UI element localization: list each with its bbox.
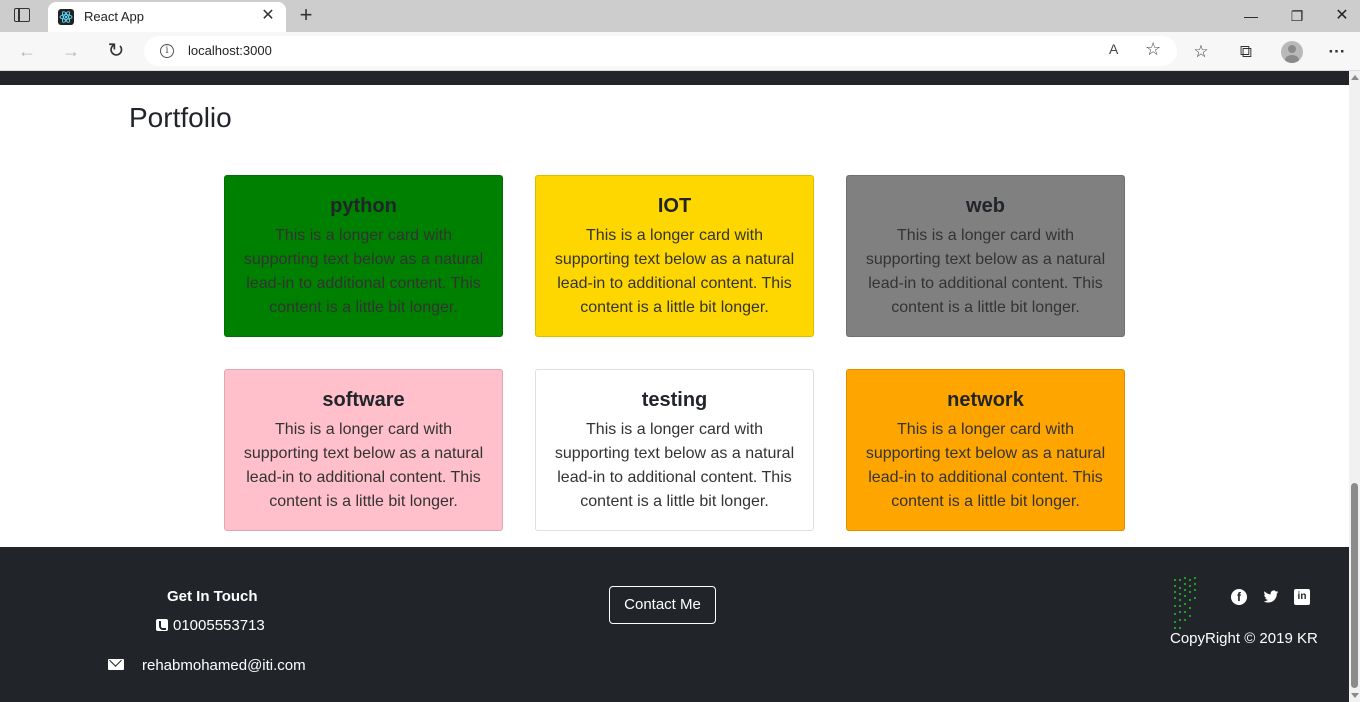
browser-tab[interactable]: React App ✕ — [48, 2, 286, 32]
contact-me-button[interactable]: Contact Me — [609, 586, 716, 624]
card-text: This is a longer card with supporting te… — [865, 227, 1106, 316]
card-text: This is a longer card with supporting te… — [243, 421, 484, 510]
portfolio-card: software This is a longer card with supp… — [224, 369, 503, 531]
facebook-icon[interactable]: f — [1231, 589, 1247, 605]
tab-title: React App — [84, 9, 144, 24]
tab-actions-icon[interactable] — [14, 8, 30, 22]
envelope-icon — [108, 659, 124, 670]
url-text[interactable]: localhost:3000 — [188, 43, 272, 58]
phone-icon — [156, 619, 168, 631]
read-aloud-icon[interactable]: A — [1109, 41, 1118, 57]
card-title: software — [322, 389, 405, 411]
forward-arrow-icon[interactable]: → — [59, 40, 83, 64]
card-title: network — [947, 389, 1024, 411]
site-info-icon[interactable]: i — [160, 44, 174, 58]
copyright-text: CopyRight © 2019 KR — [1170, 630, 1318, 647]
email-address[interactable]: rehabmohamed@iti.com — [142, 657, 306, 674]
add-favorite-icon[interactable]: ☆ — [1145, 39, 1161, 60]
portfolio-card: testing This is a longer card with suppo… — [535, 369, 814, 531]
collections-icon[interactable]: ⧉ — [1235, 41, 1257, 63]
phone-number: 01005553713 — [173, 617, 265, 634]
matrix-logo-icon — [1174, 577, 1196, 629]
portfolio-card: IOT This is a longer card with supportin… — [535, 175, 814, 337]
card-title: python — [330, 195, 397, 217]
card-text: This is a longer card with supporting te… — [865, 421, 1106, 510]
more-options-icon[interactable]: ··· — [1326, 41, 1348, 63]
card-text: This is a longer card with supporting te… — [243, 227, 484, 316]
back-arrow-icon[interactable]: ← — [15, 40, 39, 64]
phone-contact: 01005553713 — [156, 617, 265, 634]
scrollbar-thumb[interactable] — [1351, 483, 1358, 688]
email-contact: rehabmohamed@iti.com — [108, 657, 306, 674]
card-title: testing — [641, 389, 708, 411]
profile-avatar[interactable] — [1281, 41, 1303, 63]
portfolio-card: python This is a longer card with suppor… — [224, 175, 503, 337]
card-text: This is a longer card with supporting te… — [554, 421, 795, 510]
favorites-icon[interactable]: ☆ — [1190, 41, 1212, 63]
tab-close-icon[interactable]: ✕ — [258, 6, 278, 26]
minimize-button[interactable]: — — [1239, 5, 1263, 27]
reload-icon[interactable]: ↻ — [104, 40, 128, 64]
linkedin-icon[interactable]: in — [1294, 589, 1310, 605]
address-bar[interactable]: i localhost:3000 A ☆ — [144, 36, 1177, 66]
scroll-up-arrow-icon[interactable] — [1351, 75, 1359, 80]
footer-heading: Get In Touch — [167, 588, 258, 605]
react-logo-icon — [58, 9, 74, 25]
twitter-icon[interactable] — [1263, 589, 1279, 605]
portfolio-card: web This is a longer card with supportin… — [846, 175, 1125, 337]
page-title: Portfolio — [129, 102, 232, 133]
browser-tab-bar: React App ✕ + — ❐ ✕ — [0, 0, 1360, 32]
footer: Get In Touch 01005553713 rehabmohamed@it… — [0, 547, 1349, 702]
maximize-button[interactable]: ❐ — [1285, 5, 1309, 27]
scroll-down-arrow-icon[interactable] — [1351, 693, 1359, 698]
new-tab-button[interactable]: + — [294, 3, 318, 27]
browser-toolbar: ← → ↻ i localhost:3000 A ☆ ☆ ⧉ ··· — [0, 32, 1360, 71]
page-viewport: Portfolio python This is a longer card w… — [0, 71, 1349, 702]
portfolio-card: network This is a longer card with suppo… — [846, 369, 1125, 531]
card-title: IOT — [657, 195, 692, 217]
close-window-button[interactable]: ✕ — [1330, 5, 1354, 27]
vertical-scrollbar[interactable] — [1349, 71, 1360, 702]
navbar — [0, 71, 1349, 85]
card-text: This is a longer card with supporting te… — [554, 227, 795, 316]
card-title: web — [966, 195, 1005, 217]
